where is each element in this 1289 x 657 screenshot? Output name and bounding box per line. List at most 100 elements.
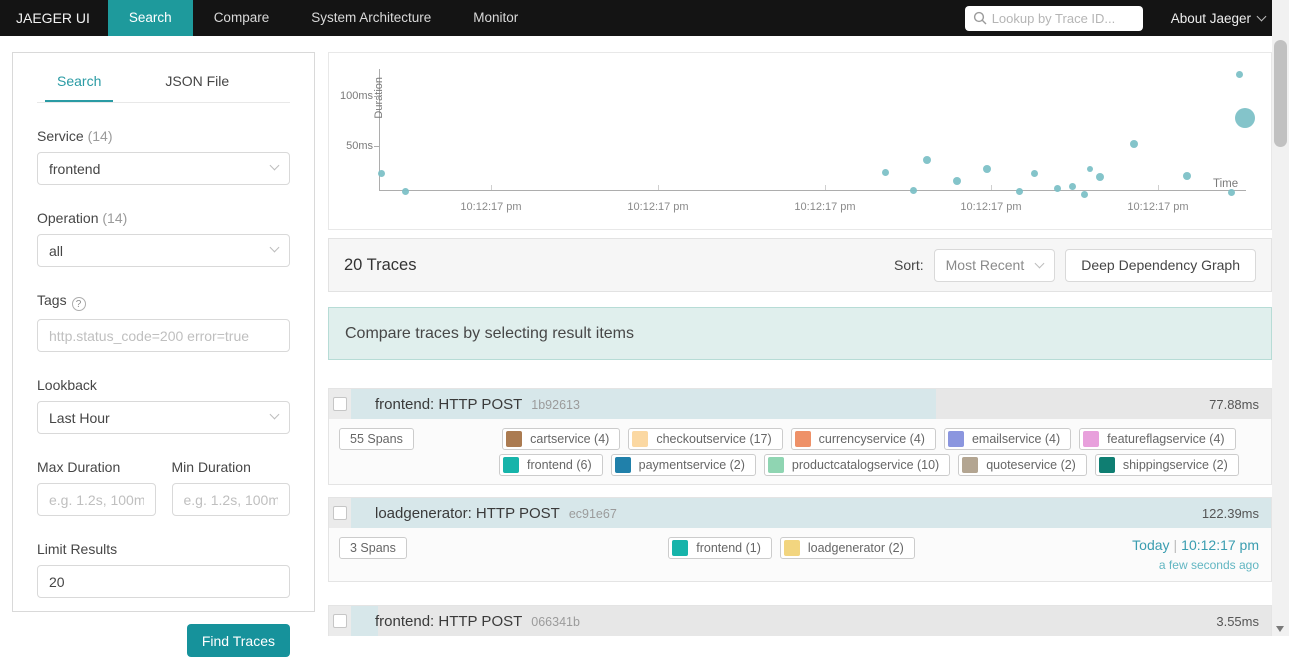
trace-result-item[interactable]: frontend: HTTP POST 066341b 3.55ms: [328, 605, 1272, 636]
search-panel: Search JSON File Service (14) frontend O…: [12, 52, 315, 657]
chevron-down-icon: [1256, 11, 1267, 21]
trace-duration: 122.39ms: [1201, 505, 1259, 521]
scatter-point[interactable]: [1053, 184, 1061, 192]
sort-select[interactable]: Most Recent: [933, 248, 1056, 282]
y-tick: [374, 96, 379, 97]
y-tick-label: 100ms: [339, 90, 373, 102]
scatter-point[interactable]: [923, 156, 931, 164]
trace-header[interactable]: frontend: HTTP POST 066341b 3.55ms: [329, 606, 1271, 636]
nav-tab-monitor[interactable]: Monitor: [452, 0, 539, 36]
max-duration-label: Max Duration: [37, 459, 121, 475]
service-tag: currencyservice (4): [790, 428, 936, 450]
max-duration-input[interactable]: [37, 483, 156, 516]
scatter-point[interactable]: [377, 169, 385, 177]
duration-bar: frontend: HTTP POST 066341b 3.55ms: [351, 606, 1271, 636]
service-color-swatch: [794, 431, 811, 447]
x-tick: [1158, 185, 1159, 190]
duration-bar: frontend: HTTP POST 1b92613 77.88ms: [351, 389, 1271, 419]
scatter-point[interactable]: [1030, 169, 1038, 177]
find-traces-button[interactable]: Find Traces: [186, 624, 290, 657]
trace-relative-time: a few seconds ago: [1239, 449, 1272, 463]
trace-header[interactable]: frontend: HTTP POST 1b92613 77.88ms: [329, 389, 1271, 419]
tab-search[interactable]: Search: [45, 73, 114, 102]
trace-date-link[interactable]: Today: [1132, 537, 1169, 553]
service-tag: productcatalogservice (10): [763, 454, 951, 476]
trace-time-link[interactable]: 10:12:17 pm: [1181, 537, 1259, 553]
service-color-swatch: [506, 431, 523, 447]
service-tag: emailservice (4): [943, 428, 1072, 450]
trace-result-item[interactable]: frontend: HTTP POST 1b92613 77.88ms 55 S…: [328, 388, 1272, 485]
service-tag: featureflagservice (4): [1079, 428, 1236, 450]
service-tag: frontend (1): [668, 537, 772, 559]
scatter-point[interactable]: [1130, 140, 1138, 148]
scrollbar-down-arrow-icon[interactable]: [1276, 626, 1284, 632]
page-scrollbar[interactable]: [1272, 0, 1289, 636]
scatter-point[interactable]: [1235, 70, 1243, 78]
limit-results-label: Limit Results: [37, 541, 118, 557]
scatter-point[interactable]: [953, 177, 961, 185]
scatter-point[interactable]: [1068, 182, 1076, 190]
trace-title: frontend: HTTP POST: [375, 612, 523, 630]
trace-select-checkbox[interactable]: [333, 506, 347, 520]
duration-scatter-chart: Duration 100ms 50ms Time 10:12:17 pm 10:1…: [328, 52, 1272, 230]
service-label: Service (14): [37, 128, 113, 144]
tab-json-file[interactable]: JSON File: [153, 73, 241, 102]
trace-duration: 77.88ms: [1209, 396, 1259, 412]
nav-tab-search[interactable]: Search: [107, 0, 193, 36]
scatter-point[interactable]: [401, 187, 409, 195]
trace-id: 1b92613: [531, 398, 580, 412]
min-duration-input[interactable]: [171, 483, 290, 516]
service-select[interactable]: frontend: [37, 152, 290, 185]
trace-title: loadgenerator: HTTP POST: [375, 504, 560, 522]
scatter-point[interactable]: [1015, 187, 1023, 195]
trace-id-lookup-input[interactable]: [964, 5, 1143, 31]
scatter-point[interactable]: [1087, 166, 1093, 172]
x-tick-label: 10:12:17 pm: [794, 201, 856, 213]
scrollbar-thumb[interactable]: [1274, 40, 1287, 147]
trace-relative-time: a few seconds ago: [1158, 558, 1259, 572]
help-icon[interactable]: ?: [71, 297, 86, 311]
operation-label: Operation (14): [37, 210, 128, 226]
deep-dependency-graph-button[interactable]: Deep Dependency Graph: [1065, 248, 1256, 282]
app-brand: JAEGER UI: [16, 10, 90, 26]
service-tag: shippingservice (2): [1094, 454, 1239, 476]
trace-header[interactable]: loadgenerator: HTTP POST ec91e67 122.39m…: [329, 498, 1271, 528]
service-tag: cartservice (4): [502, 428, 621, 450]
checkbox-cell: [329, 498, 351, 528]
scatter-point[interactable]: [1080, 190, 1088, 198]
nav-tab-system-architecture[interactable]: System Architecture: [290, 0, 452, 36]
x-axis: [379, 190, 1246, 191]
scatter-point[interactable]: [1183, 172, 1191, 180]
trace-select-checkbox[interactable]: [333, 397, 347, 411]
scatter-point[interactable]: [1227, 188, 1235, 196]
scatter-point[interactable]: [881, 168, 889, 176]
service-color-swatch: [767, 457, 784, 473]
x-tick: [991, 185, 992, 190]
operation-select[interactable]: all: [37, 234, 290, 267]
chevron-down-icon: [1034, 258, 1045, 268]
results-area: Duration 100ms 50ms Time 10:12:17 pm 10:1…: [328, 52, 1272, 636]
service-tag: quoteservice (2): [958, 454, 1087, 476]
service-color-swatch: [614, 457, 631, 473]
scatter-point[interactable]: [1096, 173, 1104, 181]
span-count-badge: 3 Spans: [339, 537, 407, 559]
nav-tab-compare[interactable]: Compare: [193, 0, 291, 36]
x-tick: [658, 185, 659, 190]
about-jaeger-menu[interactable]: About Jaeger: [1171, 11, 1279, 26]
scatter-point[interactable]: [1235, 108, 1255, 128]
service-color-swatch: [947, 431, 964, 447]
y-axis-title: Duration: [373, 77, 385, 119]
tags-input[interactable]: [37, 319, 290, 352]
lookback-select[interactable]: Last Hour: [37, 401, 290, 434]
scatter-point[interactable]: [983, 165, 991, 173]
scatter-point[interactable]: [909, 186, 917, 194]
chevron-down-icon: [269, 242, 280, 253]
sort-label: Sort:: [894, 257, 924, 273]
y-tick-label: 50ms: [346, 140, 373, 152]
service-tag: checkoutservice (17): [628, 428, 783, 450]
trace-result-item[interactable]: loadgenerator: HTTP POST ec91e67 122.39m…: [328, 497, 1272, 582]
trace-id: 066341b: [531, 615, 580, 629]
limit-results-input[interactable]: [37, 565, 290, 598]
duration-bar: loadgenerator: HTTP POST ec91e67 122.39m…: [351, 498, 1271, 528]
trace-select-checkbox[interactable]: [333, 614, 347, 628]
